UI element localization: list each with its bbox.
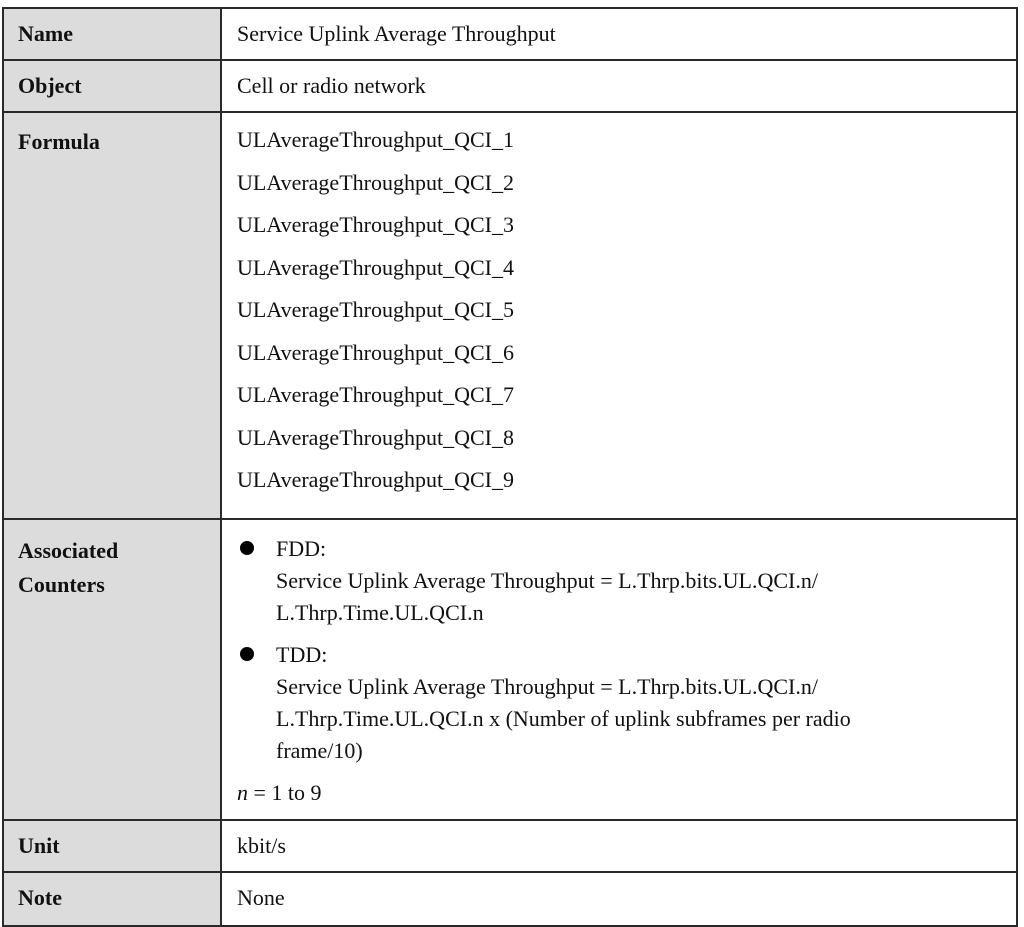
- kpi-name-value: Service Uplink Average Throughput: [220, 7, 1018, 61]
- row-label: Formula: [2, 111, 222, 520]
- bullet-line: L.Thrp.Time.UL.QCI.n x (Number of uplink…: [276, 705, 851, 731]
- unit-value: kbit/s: [220, 818, 1018, 873]
- associated-counters-value: FDD: Service Uplink Average Throughput =…: [220, 517, 1018, 821]
- bullet-title: FDD:: [276, 535, 327, 561]
- formula-item: ULAverageThroughput_QCI_1: [237, 127, 514, 152]
- formula-list: ULAverageThroughput_QCI_1 ULAverageThrou…: [220, 111, 1018, 520]
- bullet-line: Service Uplink Average Throughput = L.Th…: [276, 673, 818, 699]
- bullet-item-tdd: TDD: Service Uplink Average Throughput =…: [237, 639, 1016, 767]
- table-row-object: Object Cell or radio network: [2, 59, 1018, 113]
- bullet-title: TDD:: [276, 641, 328, 667]
- row-label: Note: [2, 870, 222, 927]
- kpi-definition-table: Name Service Uplink Average Throughput O…: [2, 7, 1018, 927]
- table-row-note: Note None: [2, 870, 1018, 927]
- formula-item: ULAverageThroughput_QCI_4: [237, 254, 514, 280]
- n-range: = 1 to 9: [248, 779, 322, 805]
- formula-item: ULAverageThroughput_QCI_5: [237, 297, 514, 322]
- n-range-note: n = 1 to 9: [237, 777, 1016, 809]
- row-label-line: Counters: [18, 571, 105, 597]
- formula-item: ULAverageThroughput_QCI_2: [237, 169, 514, 195]
- formula-item: ULAverageThroughput_QCI_3: [237, 212, 514, 237]
- note-value: None: [220, 870, 1018, 927]
- formula-item: ULAverageThroughput_QCI_8: [237, 424, 514, 450]
- formula-item: ULAverageThroughput_QCI_6: [237, 339, 514, 365]
- bullet-line: L.Thrp.Time.UL.QCI.n: [276, 599, 484, 625]
- bullet-icon: [240, 540, 254, 555]
- formula-item: ULAverageThroughput_QCI_7: [237, 382, 514, 407]
- table-row-name: Name Service Uplink Average Throughput: [2, 7, 1018, 61]
- bullet-icon: [240, 646, 254, 661]
- formula-item: ULAverageThroughput_QCI_9: [237, 467, 514, 492]
- table-row-unit: Unit kbit/s: [2, 818, 1018, 873]
- n-variable: n: [237, 779, 248, 805]
- row-label-line: Associated: [18, 537, 119, 563]
- row-label: Associated Counters: [2, 517, 222, 821]
- bullet-item-fdd: FDD: Service Uplink Average Throughput =…: [237, 533, 1016, 629]
- table-row-associated-counters: Associated Counters FDD: Service Uplink …: [2, 517, 1018, 821]
- table-row-formula: Formula ULAverageThroughput_QCI_1 ULAver…: [2, 111, 1018, 520]
- row-label: Unit: [2, 818, 222, 873]
- bullet-line: frame/10): [276, 737, 363, 763]
- bullet-line: Service Uplink Average Throughput = L.Th…: [276, 567, 818, 593]
- row-label: Name: [2, 7, 222, 61]
- object-value: Cell or radio network: [220, 59, 1018, 113]
- row-label: Object: [2, 59, 222, 113]
